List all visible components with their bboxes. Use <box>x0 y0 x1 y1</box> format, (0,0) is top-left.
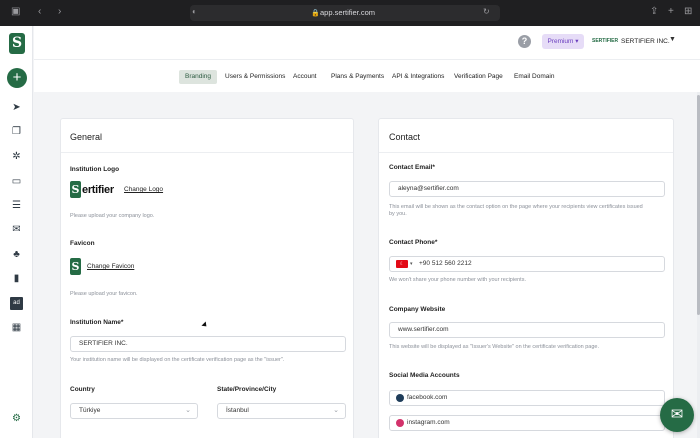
list-icon[interactable]: ☰ <box>10 199 23 212</box>
tab-plans-payments[interactable]: Plans & Payments <box>331 70 384 84</box>
new-tab-icon[interactable]: + <box>668 6 674 18</box>
company-website-input[interactable]: www.sertifier.com <box>389 322 665 338</box>
contact-phone-label: Contact Phone* <box>389 239 438 246</box>
forward-icon[interactable]: › <box>58 6 61 18</box>
settings-tabs: Branding Users & Permissions Account Pla… <box>34 59 700 92</box>
brand-word: ertifier <box>82 183 114 196</box>
tab-branding[interactable]: Branding <box>179 70 218 84</box>
tab-email-domain[interactable]: Email Domain <box>514 70 554 84</box>
brand-letter: S <box>70 181 81 198</box>
chevron-down-icon: ⌄ <box>185 407 191 414</box>
favicon-help-text: Please upload your favicon. <box>70 291 138 297</box>
state-value: İstanbul <box>226 407 249 414</box>
help-button[interactable]: ? <box>518 35 531 48</box>
general-title: General <box>70 132 103 142</box>
company-website-label: Company Website <box>389 306 446 313</box>
shield-icon[interactable]: ◐ <box>192 6 197 18</box>
general-card: General Institution Logo S ertifier Chan… <box>60 118 354 438</box>
lock-icon: 🔒 <box>311 10 320 17</box>
phone-value: +90 512 560 2212 <box>419 260 472 267</box>
institution-name-help: Your institution name will be displayed … <box>70 357 285 363</box>
ad-icon[interactable]: ad <box>10 297 23 310</box>
tab-users-permissions[interactable]: Users & Permissions <box>225 70 285 84</box>
instagram-icon <box>396 419 404 427</box>
contact-title: Contact <box>389 132 421 142</box>
monitor-icon[interactable]: ▭ <box>10 175 23 188</box>
share-icon[interactable]: ⇪ <box>650 6 658 18</box>
change-favicon-link[interactable]: Change Favicon <box>87 263 134 270</box>
premium-button[interactable]: Premium ▾ <box>542 34 584 49</box>
favicon-label: Favicon <box>70 240 95 247</box>
app-logo[interactable]: S <box>9 33 25 54</box>
country-select[interactable]: Türkiye ⌄ <box>70 403 198 419</box>
contact-email-help-cont: by you. <box>389 211 407 217</box>
institution-logo: S ertifier <box>70 181 114 198</box>
chat-icon[interactable]: ✉ <box>660 398 694 432</box>
contact-email-help: This email will be shown as the contact … <box>389 204 643 210</box>
logo-help-text: Please upload your company logo. <box>70 213 155 219</box>
state-select[interactable]: İstanbul ⌄ <box>217 403 346 419</box>
turkey-flag-icon[interactable]: ☾ <box>396 260 408 268</box>
institution-name-input[interactable]: SERTIFIER INC. <box>70 336 346 352</box>
tab-verification-page[interactable]: Verification Page <box>454 70 503 84</box>
premium-label: Premium <box>547 38 574 45</box>
top-header: ? Premium ▾ SERTIFIER SERTIFIER INC. ▼ <box>34 26 700 59</box>
divider <box>379 152 673 153</box>
reload-icon[interactable]: ↻ <box>483 6 490 18</box>
mail-icon[interactable]: ✉ <box>10 223 23 236</box>
change-logo-link[interactable]: Change Logo <box>124 186 163 193</box>
chevron-down-icon[interactable]: ▼ <box>669 36 676 43</box>
company-website-help: This website will be displayed as "Issue… <box>389 344 599 350</box>
contact-phone-input[interactable]: ☾ ▾ +90 512 560 2212 <box>389 256 665 272</box>
sidebar-toggle-icon[interactable]: ▣ <box>11 6 20 18</box>
contact-email-label: Contact Email* <box>389 164 435 171</box>
company-name[interactable]: SERTIFIER INC. <box>621 38 670 45</box>
contact-phone-help: We won't share your phone number with yo… <box>389 277 526 283</box>
url-text: app.sertifier.com <box>320 8 376 17</box>
company-logo: SERTIFIER <box>592 38 619 44</box>
send-icon[interactable]: ➤ <box>10 101 23 114</box>
plus-icon[interactable]: + <box>7 68 27 88</box>
social-media-label: Social Media Accounts <box>389 372 460 379</box>
institution-name-label: Institution Name* <box>70 319 124 326</box>
facebook-value: facebook.com <box>407 394 448 401</box>
country-value: Türkiye <box>79 407 101 414</box>
gear-icon[interactable]: ✲ <box>10 150 23 163</box>
tab-api-integrations[interactable]: API & Integrations <box>392 70 444 84</box>
contact-email-input[interactable]: aleyna@sertifier.com <box>389 181 665 197</box>
state-label: State/Province/City <box>217 386 277 393</box>
copy-icon[interactable]: ❐ <box>10 125 23 138</box>
facebook-input[interactable]: facebook.com <box>389 390 665 406</box>
country-label: Country <box>70 386 95 393</box>
bar-chart-icon[interactable]: ▮ <box>10 272 23 285</box>
browser-toolbar: ▣ ‹ › ◐ 🔒 app.sertifier.com ↻ ⇪ + ⊞ <box>0 0 700 26</box>
tabs-icon[interactable]: ⊞ <box>684 6 692 18</box>
divider <box>61 152 353 153</box>
chevron-down-icon[interactable]: ▾ <box>410 257 413 271</box>
chevron-down-icon: ⌄ <box>333 407 339 414</box>
instagram-value: instagram.com <box>407 419 450 426</box>
facebook-icon <box>396 394 404 402</box>
back-icon[interactable]: ‹ <box>38 6 41 18</box>
instagram-input[interactable]: instagram.com <box>389 415 665 431</box>
institution-logo-label: Institution Logo <box>70 166 120 173</box>
tab-account[interactable]: Account <box>293 70 317 84</box>
favicon-image: S <box>70 258 81 275</box>
gift-icon[interactable]: ▦ <box>10 321 23 334</box>
settings-icon[interactable]: ⚙ <box>10 412 23 425</box>
users-icon[interactable]: ♣ <box>10 248 23 261</box>
contact-card: Contact Contact Email* aleyna@sertifier.… <box>378 118 674 438</box>
